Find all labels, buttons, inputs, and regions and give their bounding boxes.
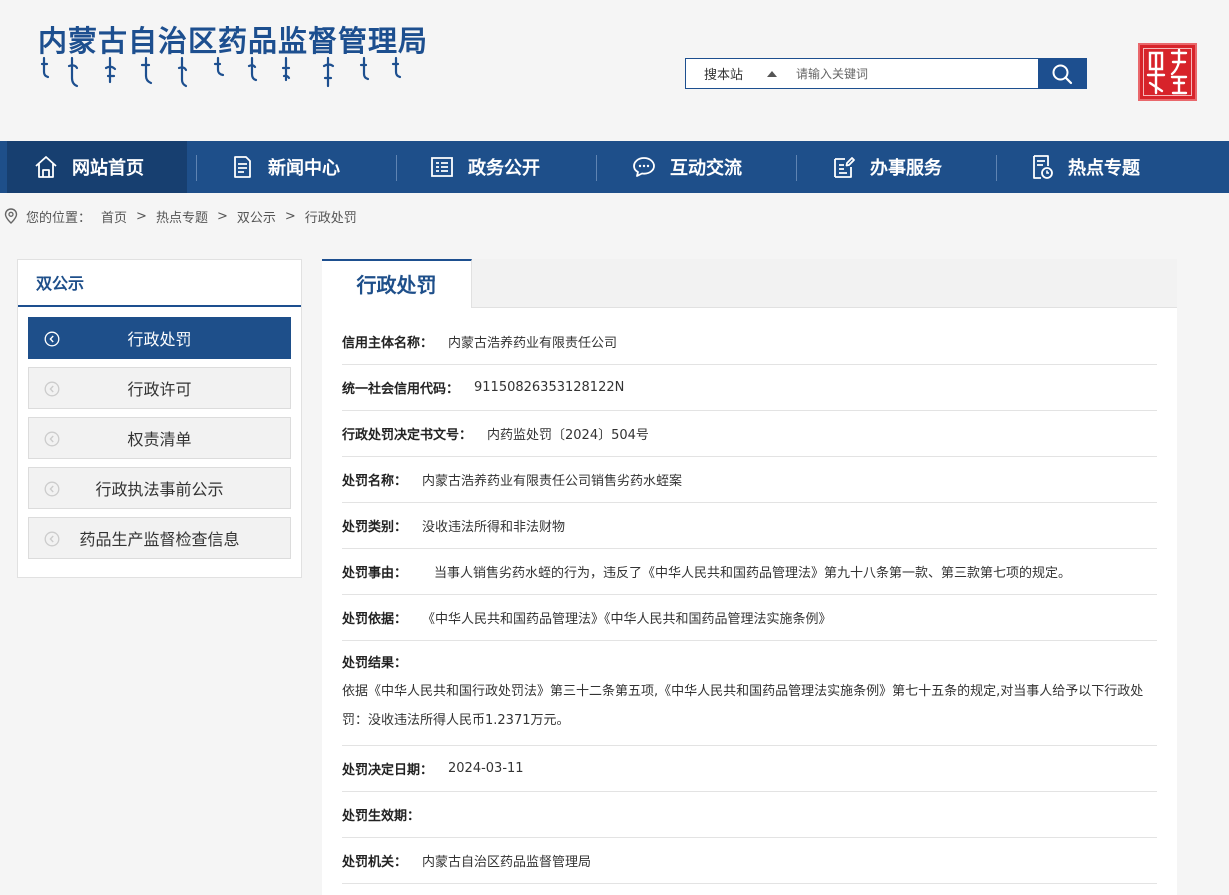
field-value: 当事人销售劣药水蛭的行为，违反了《中华人民共和国药品管理法》第九十八条第一款、第… — [434, 566, 1072, 581]
search-input[interactable] — [786, 59, 1038, 88]
field-decision-number: 行政处罚决定书文号： 内药监处罚〔2024〕504号 — [342, 411, 1157, 457]
search-icon — [1052, 64, 1073, 84]
field-label: 信用主体名称： — [342, 336, 434, 351]
field-label: 处罚结果： — [342, 656, 408, 671]
site-logo-title[interactable]: 内蒙古自治区药品监督管理局 — [38, 18, 428, 60]
sidebar-item-label: 权责清单 — [127, 430, 192, 449]
seal-script-icon — [1146, 48, 1188, 95]
field-penalty-authority: 处罚机关： 内蒙古自治区药品监督管理局 — [342, 838, 1157, 884]
field-label: 处罚依据： — [342, 612, 408, 627]
chevron-left-circle-icon — [44, 331, 60, 347]
field-decision-date: 处罚决定日期： 2024-03-11 — [342, 746, 1157, 792]
tab-bar: 行政处罚 — [322, 259, 1177, 308]
document-icon — [234, 156, 251, 178]
field-label: 处罚机关： — [342, 855, 408, 870]
field-value: 内药监处罚〔2024〕504号 — [487, 428, 649, 443]
sidebar-item-label: 行政许可 — [127, 380, 192, 399]
list-icon — [431, 157, 453, 177]
field-value: 内蒙古浩养药业有限责任公司销售劣药水蛭案 — [422, 474, 683, 489]
chat-icon — [633, 157, 655, 177]
field-penalty-category: 处罚类别： 没收违法所得和非法财物 — [342, 503, 1157, 549]
search-button[interactable] — [1038, 59, 1086, 88]
field-value: 91150826353128122N — [474, 380, 625, 395]
field-credit-code: 统一社会信用代码： 91150826353128122N — [342, 365, 1157, 411]
field-value: 《中华人民共和国药品管理法》《中华人民共和国药品管理法实施条例》 — [422, 612, 832, 627]
breadcrumb-separator: > — [216, 208, 228, 224]
sidebar-item-label: 行政执法事前公示 — [95, 480, 224, 499]
field-label: 处罚生效期： — [342, 809, 421, 824]
triangle-up-icon — [767, 71, 777, 77]
field-label: 处罚决定日期： — [342, 763, 434, 778]
nav-item-label: 互动交流 — [670, 158, 742, 179]
breadcrumb-hot-topics[interactable]: 热点专题 — [156, 207, 208, 226]
nav-item-label: 新闻中心 — [268, 158, 340, 179]
sidebar-item-power-list[interactable]: 权责清单 — [28, 417, 291, 459]
sidebar-item-inspection-info[interactable]: 药品生产监督检查信息 — [28, 517, 291, 559]
sidebar-item-enforcement-notice[interactable]: 行政执法事前公示 — [28, 467, 291, 509]
search-scope-dropdown[interactable]: 搜本站 — [686, 59, 786, 88]
search-scope-label: 搜本站 — [704, 68, 744, 83]
chevron-left-circle-icon — [44, 431, 60, 447]
location-pin-icon — [4, 208, 18, 224]
field-value: 内蒙古自治区药品监督管理局 — [422, 855, 592, 870]
breadcrumb-prefix: 您的位置： — [26, 210, 92, 226]
nav-item-label: 热点专题 — [1068, 158, 1140, 179]
sidebar: 双公示 行政处罚 行政许可 权责清单 行政执法事前公示 药品生产监督检查信息 — [17, 259, 302, 578]
field-label: 处罚类别： — [342, 520, 408, 535]
field-value: 内蒙古浩养药业有限责任公司 — [448, 336, 618, 351]
main-content: 行政处罚 信用主体名称： 内蒙古浩养药业有限责任公司 统一社会信用代码： 911… — [322, 259, 1177, 895]
nav-item-interaction[interactable]: 互动交流 — [597, 141, 796, 193]
site-search: 搜本站 — [685, 58, 1087, 89]
nav-item-gov-affairs[interactable]: 政务公开 — [397, 141, 596, 193]
seal-emblem[interactable] — [1138, 43, 1197, 101]
field-label: 统一社会信用代码： — [342, 382, 460, 397]
clock-document-icon — [1033, 155, 1053, 179]
home-icon — [35, 156, 57, 178]
nav-item-label: 政务公开 — [468, 158, 540, 179]
field-value: 依据《中华人民共和国行政处罚法》第三十二条第五项,《中华人民共和国药品管理法实施… — [342, 684, 1144, 728]
nav-item-label: 办事服务 — [870, 158, 942, 179]
sidebar-title: 双公示 — [18, 260, 301, 307]
chevron-left-circle-icon — [44, 381, 60, 397]
nav-item-news[interactable]: 新闻中心 — [197, 141, 396, 193]
field-label: 处罚事由： — [342, 566, 408, 581]
breadcrumb: 您的位置： 首页 > 热点专题 > 双公示 > 行政处罚 — [4, 206, 357, 226]
field-label: 处罚名称： — [342, 474, 408, 489]
field-penalty-result: 处罚结果： 依据《中华人民共和国行政处罚法》第三十二条第五项,《中华人民共和国药… — [342, 641, 1157, 746]
sidebar-item-label: 药品生产监督检查信息 — [79, 530, 240, 549]
tab-admin-penalty[interactable]: 行政处罚 — [322, 259, 472, 308]
breadcrumb-separator: > — [136, 208, 147, 224]
field-value: 2024-03-11 — [448, 761, 524, 776]
field-penalty-basis: 处罚依据： 《中华人民共和国药品管理法》《中华人民共和国药品管理法实施条例》 — [342, 595, 1157, 641]
field-value: 没收违法所得和非法财物 — [422, 520, 566, 535]
field-effective-date: 处罚生效期： — [342, 792, 1157, 838]
breadcrumb-home[interactable]: 首页 — [101, 207, 127, 226]
breadcrumb-separator: > — [284, 208, 296, 224]
main-nav: 网站首页 新闻中心 政务公开 互动交流 办事服务 热点专题 — [0, 141, 1229, 193]
edit-icon — [834, 157, 855, 178]
breadcrumb-current[interactable]: 行政处罚 — [305, 207, 357, 226]
nav-item-hot-topics[interactable]: 热点专题 — [997, 141, 1196, 193]
nav-item-services[interactable]: 办事服务 — [797, 141, 996, 193]
field-penalty-reason: 处罚事由： 当事人销售劣药水蛭的行为，违反了《中华人民共和国药品管理法》第九十八… — [342, 549, 1157, 595]
field-penalty-name: 处罚名称： 内蒙古浩养药业有限责任公司销售劣药水蛭案 — [342, 457, 1157, 503]
field-label: 行政处罚决定书文号： — [342, 428, 473, 443]
chevron-left-circle-icon — [44, 481, 60, 497]
sidebar-item-label: 行政处罚 — [127, 330, 192, 349]
sidebar-item-admin-license[interactable]: 行政许可 — [28, 367, 291, 409]
nav-item-home[interactable]: 网站首页 — [7, 141, 187, 193]
site-header: 内蒙古自治区药品监督管理局 搜本站 — [0, 0, 1229, 141]
breadcrumb-double-publicity[interactable]: 双公示 — [237, 207, 276, 226]
mongolian-script-logo — [40, 56, 402, 88]
nav-item-label: 网站首页 — [72, 158, 144, 179]
field-credit-subject: 信用主体名称： 内蒙古浩养药业有限责任公司 — [342, 319, 1157, 365]
sidebar-item-admin-penalty[interactable]: 行政处罚 — [28, 317, 291, 359]
chevron-left-circle-icon — [44, 531, 60, 547]
